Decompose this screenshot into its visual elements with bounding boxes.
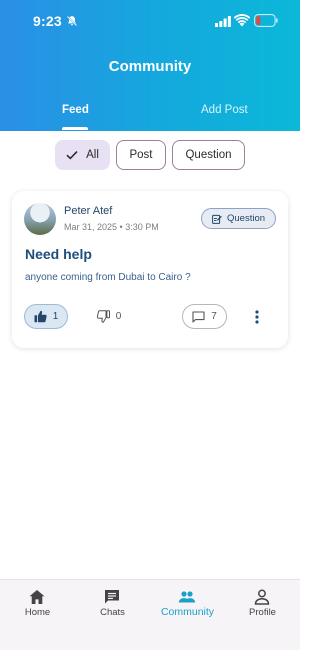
nav-label: Home	[24, 607, 51, 618]
tab-feed[interactable]: Feed	[62, 104, 89, 116]
bottom-nav: Home Chats Community Profile	[0, 579, 300, 650]
battery-low-icon	[254, 14, 278, 27]
status-bar: 9:23	[0, 0, 300, 44]
check-icon	[66, 151, 78, 160]
post-type-label: Question	[226, 213, 266, 224]
more-vertical-icon	[255, 310, 259, 324]
dislike-count: 0	[115, 311, 122, 322]
thumbs-up-icon	[34, 310, 47, 323]
like-count: 1	[52, 311, 59, 322]
filter-chip-label: All	[86, 149, 99, 161]
post-body: anyone coming from Dubai to Cairo ?	[25, 272, 191, 283]
tab-add-post[interactable]: Add Post	[201, 104, 248, 116]
comment-count: 7	[211, 311, 217, 322]
profile-icon	[254, 589, 270, 605]
community-icon	[178, 591, 196, 603]
filter-chip-question[interactable]: Question	[172, 140, 245, 170]
tab-indicator	[62, 127, 88, 130]
home-icon	[29, 590, 45, 604]
app-header: 9:23 Community Feed Add Post	[0, 0, 300, 131]
bell-off-icon	[66, 15, 78, 27]
nav-community[interactable]: Community	[150, 580, 225, 630]
edit-note-icon	[212, 214, 222, 224]
more-options-button[interactable]	[250, 307, 264, 327]
post-author[interactable]: Peter Atef	[64, 205, 112, 217]
comment-icon	[192, 310, 205, 323]
filter-chip-post[interactable]: Post	[116, 140, 166, 170]
filter-chip-label: Post	[129, 149, 153, 161]
avatar[interactable]	[24, 203, 56, 235]
nav-label: Profile	[249, 607, 276, 618]
thumbs-down-icon	[96, 310, 110, 323]
chat-icon	[105, 590, 119, 604]
post-meta: Mar 31, 2025 • 3:30 PM	[64, 222, 159, 232]
nav-home[interactable]: Home	[0, 580, 75, 630]
nav-label: Chats	[100, 607, 125, 618]
like-button[interactable]: 1	[24, 304, 68, 329]
post-card[interactable]: Peter Atef Mar 31, 2025 • 3:30 PM Questi…	[12, 191, 288, 348]
filter-chip-label: Question	[185, 149, 232, 161]
comment-button[interactable]: 7	[182, 304, 227, 329]
dislike-button[interactable]: 0	[89, 304, 129, 329]
post-type-badge: Question	[201, 208, 276, 229]
filter-chip-all[interactable]: All	[55, 140, 110, 170]
post-time: 3:30 PM	[125, 222, 159, 232]
filter-chips: All Post Question	[0, 140, 300, 170]
signal-icon	[215, 16, 231, 27]
post-date: Mar 31, 2025	[64, 222, 118, 232]
nav-label: Community	[160, 606, 215, 618]
status-time: 9:23	[33, 13, 62, 29]
nav-profile[interactable]: Profile	[225, 580, 300, 630]
post-title: Need help	[25, 246, 92, 262]
page-title: Community	[108, 58, 192, 75]
wifi-icon	[234, 14, 250, 27]
nav-chats[interactable]: Chats	[75, 580, 150, 630]
